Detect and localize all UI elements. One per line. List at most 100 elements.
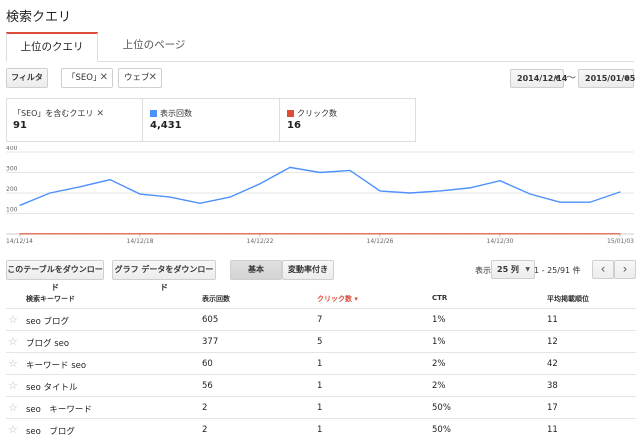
impressions-point bbox=[409, 192, 411, 194]
impressions-point bbox=[499, 180, 501, 182]
table-row: ☆ ブログ seo 377 5 1% 12 bbox=[6, 330, 636, 352]
x-tick-label: 14/12/22 bbox=[247, 238, 274, 245]
impressions-point bbox=[19, 204, 21, 206]
end-date-picker[interactable]: 2015/01/05 ▼ bbox=[578, 69, 635, 88]
impressions-point bbox=[529, 193, 531, 195]
legend-swatch-icon bbox=[287, 110, 294, 117]
metric-impressions[interactable]: 表示回数 4,431 bbox=[144, 99, 280, 141]
start-date: 2014/12/14 bbox=[517, 74, 568, 83]
position-cell: 11 bbox=[547, 315, 558, 325]
clicks-point bbox=[469, 233, 471, 235]
table-row: ☆ キーワード seo 60 1 2% 42 bbox=[6, 352, 636, 374]
column-header-impressions[interactable]: 表示回数 bbox=[202, 294, 230, 304]
clicks-point bbox=[19, 233, 21, 235]
star-icon[interactable]: ☆ bbox=[8, 313, 18, 326]
chevron-down-icon: ▼ bbox=[624, 75, 629, 82]
impressions-cell: 56 bbox=[202, 381, 213, 391]
star-icon[interactable]: ☆ bbox=[8, 335, 18, 348]
clicks-point bbox=[49, 233, 51, 235]
table-row: ☆ seo タイトル 56 1 2% 38 bbox=[6, 374, 636, 396]
keyword-cell[interactable]: seo キーワード bbox=[26, 403, 92, 415]
filter-chip-seo[interactable]: 「SEO」 ✕ bbox=[61, 68, 113, 88]
clicks-point bbox=[259, 233, 261, 235]
download-table-button[interactable]: このテーブルをダウンロード bbox=[6, 260, 104, 292]
clicks-point bbox=[109, 233, 111, 235]
impressions-point bbox=[439, 190, 441, 192]
clicks-point bbox=[79, 233, 81, 235]
star-icon[interactable]: ☆ bbox=[8, 379, 18, 392]
start-date-picker[interactable]: 2014/12/14 ▼ bbox=[510, 69, 568, 88]
close-icon[interactable]: ✕ bbox=[149, 69, 157, 87]
table-header: 検索キーワード 表示回数 クリック数 ▾ CTR 平均掲載順位 bbox=[6, 288, 636, 308]
next-page-button[interactable]: › bbox=[614, 260, 636, 279]
metric-clicks[interactable]: クリック数 16 bbox=[281, 99, 417, 141]
impressions-point bbox=[379, 190, 381, 192]
close-icon[interactable]: ✕ bbox=[100, 69, 108, 87]
download-chart-data-button[interactable]: グラフ データをダウンロード bbox=[112, 260, 216, 292]
clicks-point bbox=[229, 233, 231, 235]
star-icon[interactable]: ☆ bbox=[8, 401, 18, 414]
impressions-point bbox=[139, 193, 141, 195]
column-header-position[interactable]: 平均掲載順位 bbox=[547, 294, 589, 304]
keyword-cell[interactable]: ブログ seo bbox=[26, 337, 69, 349]
impressions-point bbox=[559, 201, 561, 203]
column-header-clicks[interactable]: クリック数 ▾ bbox=[317, 294, 358, 304]
view-change-rate-button[interactable]: 変動率付き bbox=[282, 260, 334, 280]
position-cell: 11 bbox=[547, 425, 558, 435]
rows-label: 表示 bbox=[475, 266, 491, 275]
clicks-cell: 1 bbox=[317, 403, 323, 413]
keyword-cell[interactable]: seo ブログ bbox=[26, 425, 75, 437]
chevron-down-icon: ▼ bbox=[525, 266, 530, 273]
x-tick-label: 14/12/14 bbox=[6, 238, 33, 245]
tab-top-queries[interactable]: 上位のクエリ bbox=[6, 32, 98, 62]
clicks-cell: 1 bbox=[317, 381, 323, 391]
clicks-point bbox=[199, 233, 201, 235]
impressions-point bbox=[349, 169, 351, 172]
star-icon[interactable]: ☆ bbox=[8, 423, 18, 436]
tab-top-pages[interactable]: 上位のページ bbox=[114, 32, 194, 62]
clicks-point bbox=[409, 233, 411, 235]
clicks-point bbox=[169, 233, 171, 235]
close-icon[interactable]: ✕ bbox=[96, 109, 104, 119]
impressions-cell: 605 bbox=[202, 315, 219, 325]
impressions-point bbox=[619, 191, 621, 193]
star-icon[interactable]: ☆ bbox=[8, 357, 18, 370]
clicks-point bbox=[349, 233, 351, 235]
impressions-cell: 60 bbox=[202, 359, 213, 369]
clicks-point bbox=[439, 233, 441, 235]
impressions-point bbox=[469, 187, 471, 189]
prev-page-button[interactable]: ‹ bbox=[592, 260, 614, 279]
keyword-cell[interactable]: seo ブログ bbox=[26, 315, 69, 327]
metric-query-filter[interactable]: 「SEO」を含むクエリ ✕ 91 bbox=[7, 99, 143, 141]
line-chart: 400 300 200 100 14/12/14 14/12/18 14/12/22 14/1… bbox=[6, 146, 634, 245]
column-header-keyword[interactable]: 検索キーワード bbox=[26, 294, 75, 304]
impressions-point bbox=[589, 201, 591, 203]
filter-button[interactable]: フィルタ bbox=[6, 68, 48, 88]
clicks-point bbox=[289, 233, 291, 235]
clicks-point bbox=[559, 233, 561, 235]
keyword-cell[interactable]: キーワード seo bbox=[26, 359, 86, 371]
chevron-right-icon: › bbox=[622, 262, 628, 276]
ctr-cell: 1% bbox=[432, 315, 446, 325]
rows-per-page-select[interactable]: 25 列 ▼ bbox=[491, 260, 535, 279]
column-header-ctr[interactable]: CTR bbox=[432, 294, 447, 302]
position-cell: 38 bbox=[547, 381, 558, 391]
impressions-point bbox=[289, 166, 291, 168]
impressions-cell: 377 bbox=[202, 337, 219, 347]
view-basic-button[interactable]: 基本 bbox=[230, 260, 282, 280]
impressions-point bbox=[199, 202, 201, 204]
clicks-point bbox=[619, 233, 621, 235]
filter-chip-label: 「SEO」 bbox=[67, 73, 102, 83]
metric-value: 91 bbox=[13, 120, 27, 131]
impressions-point bbox=[79, 186, 81, 188]
filter-chip-web[interactable]: ウェブ ✕ bbox=[118, 68, 162, 88]
y-tick-label: 400 bbox=[6, 146, 18, 152]
date-separator: 〜 bbox=[566, 73, 576, 84]
metric-label: 「SEO」を含むクエリ ✕ bbox=[13, 109, 104, 119]
position-cell: 42 bbox=[547, 359, 558, 369]
clicks-cell: 7 bbox=[317, 315, 323, 325]
filter-chip-label: ウェブ bbox=[124, 73, 150, 83]
keyword-cell[interactable]: seo タイトル bbox=[26, 381, 78, 393]
metric-value: 16 bbox=[287, 120, 301, 131]
y-tick-label: 300 bbox=[6, 166, 18, 173]
